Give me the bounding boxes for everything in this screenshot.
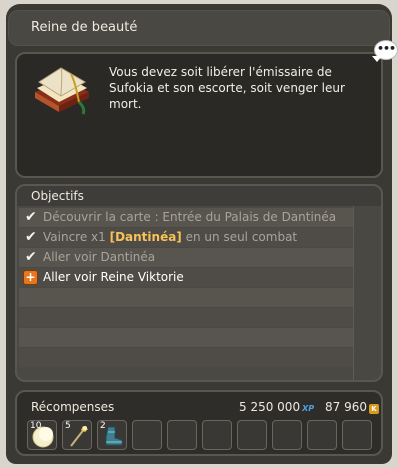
objectives-header: Objectifs bbox=[17, 186, 381, 206]
check-icon: ✔ bbox=[25, 229, 37, 245]
check-icon: ✔ bbox=[25, 249, 37, 265]
objective-text: Aller voir Reine Viktorie bbox=[43, 270, 184, 284]
description-box: Vous devez soit libérer l'émissaire de S… bbox=[15, 52, 383, 178]
objectives-scrollbar[interactable] bbox=[353, 206, 379, 380]
reward-slot[interactable]: 10 bbox=[27, 420, 57, 450]
objectives-list: ✔ Découvrir la carte : Entrée du Palais … bbox=[19, 208, 355, 368]
objective-row-empty bbox=[19, 328, 355, 347]
objective-row-empty bbox=[19, 288, 355, 307]
objective-text: Aller voir Dantinéa bbox=[43, 250, 156, 264]
objective-row[interactable]: ✔ Aller voir Dantinéa bbox=[19, 248, 355, 267]
title-bar: Reine de beauté bbox=[8, 10, 390, 46]
xp-value: 5 250 000 bbox=[239, 400, 301, 414]
chat-dots: ••• bbox=[376, 41, 396, 55]
reward-qty: 2 bbox=[100, 421, 106, 431]
reward-slot[interactable]: 2 bbox=[97, 420, 127, 450]
objectives-box: Objectifs ✔ Découvrir la carte : Entrée … bbox=[15, 184, 383, 382]
reward-slot-empty bbox=[132, 420, 162, 450]
monster-link[interactable]: [Dantinéa] bbox=[110, 230, 182, 244]
quest-title: Reine de beauté bbox=[31, 20, 138, 35]
rewards-box: Récompenses 5 250 000 XP 87 960 K 10 5 2 bbox=[15, 390, 383, 456]
objective-row-active[interactable]: + Aller voir Reine Viktorie bbox=[19, 268, 355, 287]
objective-text-suffix: en un seul combat bbox=[181, 230, 298, 244]
quest-panel: Reine de beauté Vous devez soit libérer … bbox=[6, 4, 392, 464]
xp-reward: 5 250 000 XP bbox=[239, 400, 314, 414]
book-icon bbox=[35, 67, 89, 115]
objective-text-prefix: Vaincre x1 bbox=[43, 230, 110, 244]
plus-icon[interactable]: + bbox=[23, 270, 38, 285]
objective-row-empty bbox=[19, 308, 355, 327]
objective-row-empty bbox=[19, 348, 355, 367]
kamas-value: 87 960 bbox=[325, 400, 367, 414]
objective-row[interactable]: ✔ Vaincre x1 [Dantinéa] en un seul comba… bbox=[19, 228, 355, 247]
reward-slot-empty bbox=[272, 420, 302, 450]
xp-icon: XP bbox=[302, 404, 315, 413]
reward-slot-empty bbox=[202, 420, 232, 450]
reward-slot-empty bbox=[237, 420, 267, 450]
reward-qty: 5 bbox=[65, 421, 71, 431]
reward-slot-empty bbox=[342, 420, 372, 450]
quest-description: Vous devez soit libérer l'émissaire de S… bbox=[109, 65, 345, 111]
reward-slot-empty bbox=[307, 420, 337, 450]
kamas-icon: K bbox=[369, 404, 379, 414]
reward-slot[interactable]: 5 bbox=[62, 420, 92, 450]
check-icon: ✔ bbox=[25, 209, 37, 225]
objective-text: Découvrir la carte : Entrée du Palais de… bbox=[43, 210, 337, 224]
reward-qty: 10 bbox=[30, 421, 42, 431]
objective-row[interactable]: ✔ Découvrir la carte : Entrée du Palais … bbox=[19, 208, 355, 227]
kamas-reward: 87 960 K bbox=[325, 400, 379, 414]
chat-bubble-tail bbox=[372, 56, 382, 62]
reward-slot-empty bbox=[167, 420, 197, 450]
rewards-label: Récompenses bbox=[31, 400, 115, 414]
